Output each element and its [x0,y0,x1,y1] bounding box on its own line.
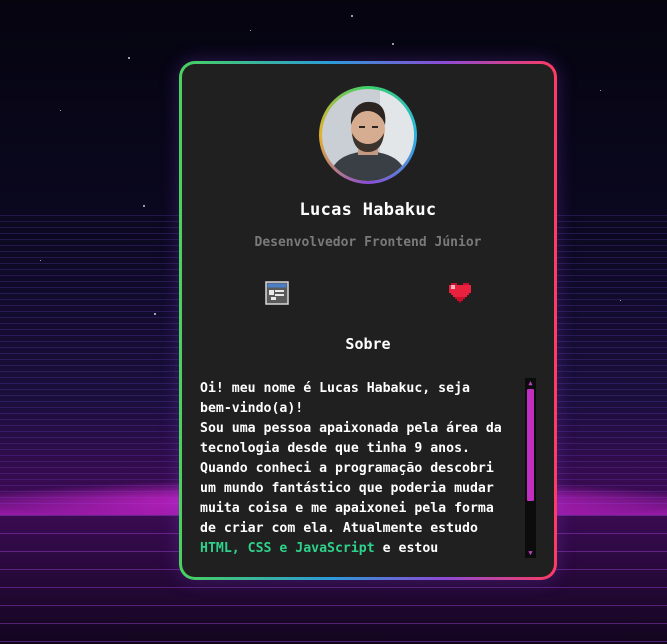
star [600,90,601,91]
star [154,313,156,315]
about-body: Sou uma pessoa apaixonada pela área da t… [200,419,508,557]
star [620,300,621,301]
star [143,205,145,207]
portfolio-window-icon[interactable] [264,280,290,306]
scrollbar-thumb[interactable] [527,389,534,501]
about-heading: Sobre [345,335,391,353]
star [250,30,251,31]
pixel-heart-icon[interactable] [447,280,473,306]
scroll-down-arrow[interactable]: ▼ [525,548,536,558]
about-greeting: Oi! meu nome é Lucas Habakuc, seja bem-v… [200,381,470,416]
profile-role: Desenvolvedor Frontend Júnior [254,235,482,250]
star [40,260,41,261]
avatar [319,86,417,184]
profile-card: Lucas Habakuc Desenvolvedor Frontend Jún… [179,61,557,580]
about-scrollbar[interactable]: ▲ ▼ [525,378,536,558]
star [392,43,394,45]
profile-name: Lucas Habakuc [299,200,437,220]
star [351,15,353,17]
profile-card-body: Lucas Habakuc Desenvolvedor Frontend Jún… [182,64,554,577]
about-body-text: Sou uma pessoa apaixonada pela área da t… [200,421,502,536]
scroll-up-arrow[interactable]: ▲ [525,378,536,388]
avatar-photo [322,89,414,181]
star [128,57,130,59]
star [60,110,61,111]
about-body-continued: e estou [382,541,439,556]
about-text[interactable]: Oi! meu nome é Lucas Habakuc, seja bem-v… [200,379,508,557]
about-tech-highlight: HTML, CSS e JavaScript [200,541,375,556]
